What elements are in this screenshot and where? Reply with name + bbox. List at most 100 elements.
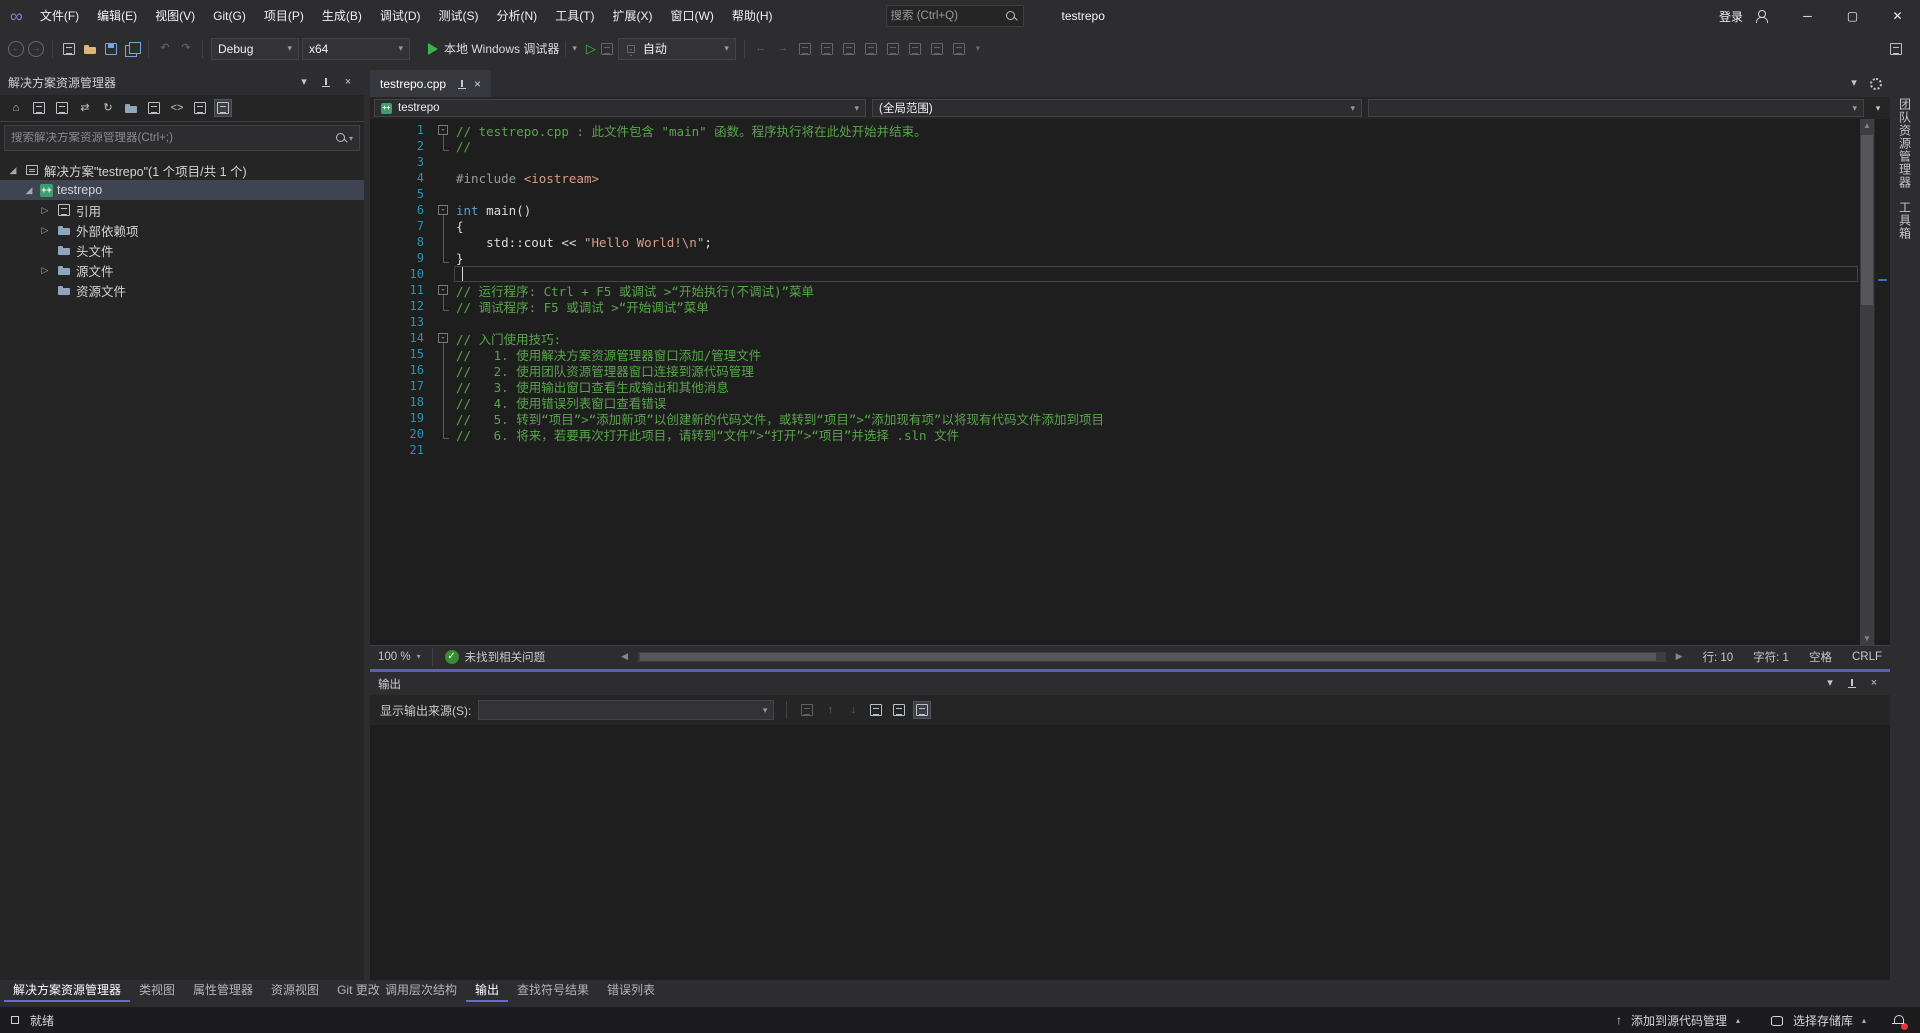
hot-reload-combo[interactable]: 自动 ▾ bbox=[618, 38, 736, 60]
comment-icon[interactable] bbox=[797, 41, 813, 57]
tree-item[interactable]: 资源文件 bbox=[0, 280, 364, 300]
code-line[interactable]: 1-// testrepo.cpp : 此文件包含 "main" 函数。程序执行… bbox=[370, 122, 1860, 138]
nav-backward-icon[interactable]: ← bbox=[8, 41, 24, 57]
code-line[interactable]: 20// 6. 将来，若要再次打开此项目，请转到“文件”>“打开”>“项目”并选… bbox=[370, 426, 1860, 442]
tree-item[interactable]: ▷引用 bbox=[0, 200, 364, 220]
scroll-down-icon[interactable]: ▼ bbox=[1860, 634, 1874, 643]
status-spaces-indicator[interactable]: 空格 bbox=[1809, 649, 1832, 665]
navigate-backward-icon[interactable]: ← bbox=[753, 41, 769, 57]
tool-window-tab[interactable]: 资源视图 bbox=[262, 980, 328, 1002]
unindent-icon[interactable] bbox=[863, 41, 879, 57]
notifications-bell-icon[interactable] bbox=[1890, 1012, 1906, 1028]
editor-options-icon[interactable] bbox=[1870, 78, 1882, 90]
vertical-scrollbar[interactable]: ▲ ▼ bbox=[1860, 119, 1874, 645]
window-position-icon[interactable]: ▾ bbox=[1822, 676, 1838, 692]
bookmark-next-icon[interactable] bbox=[929, 41, 945, 57]
scrollbar-thumb[interactable] bbox=[1861, 135, 1873, 305]
tool-window-tab[interactable]: 调用层次结构 bbox=[376, 980, 466, 1002]
sign-in-link[interactable]: 登录 bbox=[1719, 8, 1743, 25]
code-line[interactable]: 12// 调试程序: F5 或调试 >“开始调试”菜单 bbox=[370, 298, 1860, 314]
tool-window-tab[interactable]: 解决方案资源管理器 bbox=[4, 980, 130, 1002]
menu-item[interactable]: 窗口(W) bbox=[662, 0, 723, 32]
word-wrap-icon[interactable] bbox=[891, 702, 907, 718]
solution-explorer-header[interactable]: 解决方案资源管理器 ▾× bbox=[0, 70, 364, 95]
code-line[interactable]: 5 bbox=[370, 186, 1860, 202]
pin-icon[interactable] bbox=[318, 75, 334, 91]
autohide-tab[interactable]: 团队资源管理器 bbox=[1897, 92, 1914, 195]
undo-icon[interactable]: ↶ bbox=[157, 41, 173, 57]
chevron-up-icon[interactable]: ▴ bbox=[1736, 1016, 1740, 1025]
menu-item[interactable]: Git(G) bbox=[204, 0, 255, 32]
window-position-icon[interactable]: ▾ bbox=[296, 75, 312, 91]
output-header[interactable]: 输出 ▾× bbox=[370, 672, 1890, 695]
code-editor[interactable]: 1-// testrepo.cpp : 此文件包含 "main" 函数。程序执行… bbox=[370, 119, 1890, 645]
code-line[interactable]: 13 bbox=[370, 314, 1860, 330]
nav-member-combo[interactable]: ▾ bbox=[1368, 99, 1864, 117]
close-icon[interactable]: × bbox=[1866, 676, 1882, 692]
zoom-combo[interactable]: 100 % ▾ bbox=[378, 651, 421, 663]
solution-explorer-search-input[interactable] bbox=[11, 132, 333, 144]
output-source-combo[interactable]: ▾ bbox=[478, 700, 774, 720]
solution-explorer-search-box[interactable]: ▾ bbox=[4, 125, 360, 151]
tree-item[interactable]: 头文件 bbox=[0, 240, 364, 260]
scroll-left-icon[interactable]: ◀ bbox=[621, 651, 628, 662]
view-code-icon[interactable]: <> bbox=[169, 100, 185, 116]
close-icon[interactable]: × bbox=[340, 75, 356, 91]
nav-scope-combo[interactable]: (全局范围) ▾ bbox=[872, 99, 1362, 117]
tool-window-tab[interactable]: 错误列表 bbox=[598, 980, 664, 1002]
nav-project-combo[interactable]: ++ testrepo ▾ bbox=[374, 99, 866, 117]
open-file-icon[interactable] bbox=[82, 41, 98, 57]
tree-item[interactable]: ◢++testrepo bbox=[0, 180, 364, 200]
add-to-source-control-button[interactable]: 添加到源代码管理 bbox=[1631, 1012, 1727, 1029]
send-feedback-icon[interactable] bbox=[1888, 41, 1904, 57]
status-char-indicator[interactable]: 字符: 1 bbox=[1753, 649, 1789, 665]
menu-item[interactable]: 生成(B) bbox=[313, 0, 371, 32]
sync-selection-icon[interactable]: ⇄ bbox=[77, 100, 93, 116]
uncomment-icon[interactable] bbox=[819, 41, 835, 57]
menu-item[interactable]: 编辑(E) bbox=[88, 0, 146, 32]
menu-item[interactable]: 视图(V) bbox=[146, 0, 204, 32]
tree-item[interactable]: ▷源文件 bbox=[0, 260, 364, 280]
expander-icon[interactable]: ▷ bbox=[38, 265, 52, 276]
output-content[interactable] bbox=[370, 725, 1890, 980]
bookmark-list-icon[interactable] bbox=[951, 41, 967, 57]
code-line[interactable]: 8 std::cout << "Hello World!\n"; bbox=[370, 234, 1860, 250]
start-without-debugging-icon[interactable]: ▷ bbox=[586, 41, 596, 57]
collapse-all-icon[interactable] bbox=[31, 100, 47, 116]
active-files-icon[interactable]: ▾ bbox=[1846, 76, 1862, 92]
menu-item[interactable]: 帮助(H) bbox=[723, 0, 782, 32]
clear-all-icon[interactable] bbox=[868, 702, 884, 718]
save-icon[interactable] bbox=[103, 41, 119, 57]
quick-search-input[interactable] bbox=[891, 10, 1003, 22]
new-folder-icon[interactable] bbox=[123, 100, 139, 116]
status-line-indicator[interactable]: 行: 10 bbox=[1702, 649, 1733, 665]
chevron-up-icon[interactable]: ▴ bbox=[1862, 1016, 1866, 1025]
goto-message-icon[interactable] bbox=[799, 702, 815, 718]
refresh-icon[interactable]: ↻ bbox=[100, 100, 116, 116]
properties-icon[interactable] bbox=[192, 100, 208, 116]
bookmark-prev-icon[interactable] bbox=[907, 41, 923, 57]
menu-item[interactable]: 调试(D) bbox=[371, 0, 430, 32]
menu-item[interactable]: 测试(S) bbox=[430, 0, 488, 32]
expander-icon[interactable]: ▷ bbox=[38, 205, 52, 216]
close-icon[interactable]: × bbox=[474, 77, 481, 91]
nav-forward-icon[interactable]: → bbox=[28, 41, 44, 57]
scroll-right-icon[interactable]: ▶ bbox=[1676, 651, 1683, 662]
solution-configuration-combo[interactable]: Debug ▾ bbox=[211, 38, 299, 60]
document-tab[interactable]: testrepo.cpp × bbox=[370, 70, 491, 97]
prev-message-icon[interactable]: ↑ bbox=[822, 702, 838, 718]
pin-icon[interactable] bbox=[1844, 676, 1860, 692]
show-all-files-icon[interactable] bbox=[146, 100, 162, 116]
horizontal-scrollbar[interactable] bbox=[638, 652, 1666, 662]
navigate-forward-icon[interactable]: → bbox=[775, 41, 791, 57]
autohide-tab[interactable]: 工具箱 bbox=[1897, 195, 1914, 246]
scrollbar-thumb[interactable] bbox=[640, 653, 1656, 661]
tool-window-tab[interactable]: 查找符号结果 bbox=[508, 980, 598, 1002]
tool-window-tab[interactable]: 属性管理器 bbox=[184, 980, 262, 1002]
background-tasks-icon[interactable] bbox=[8, 1013, 22, 1027]
indent-icon[interactable] bbox=[841, 41, 857, 57]
code-line[interactable]: 3 bbox=[370, 154, 1860, 170]
expander-icon[interactable]: ◢ bbox=[22, 185, 36, 196]
maximize-button[interactable]: ▢ bbox=[1830, 0, 1875, 32]
collapse-region-icon[interactable]: - bbox=[438, 125, 448, 135]
